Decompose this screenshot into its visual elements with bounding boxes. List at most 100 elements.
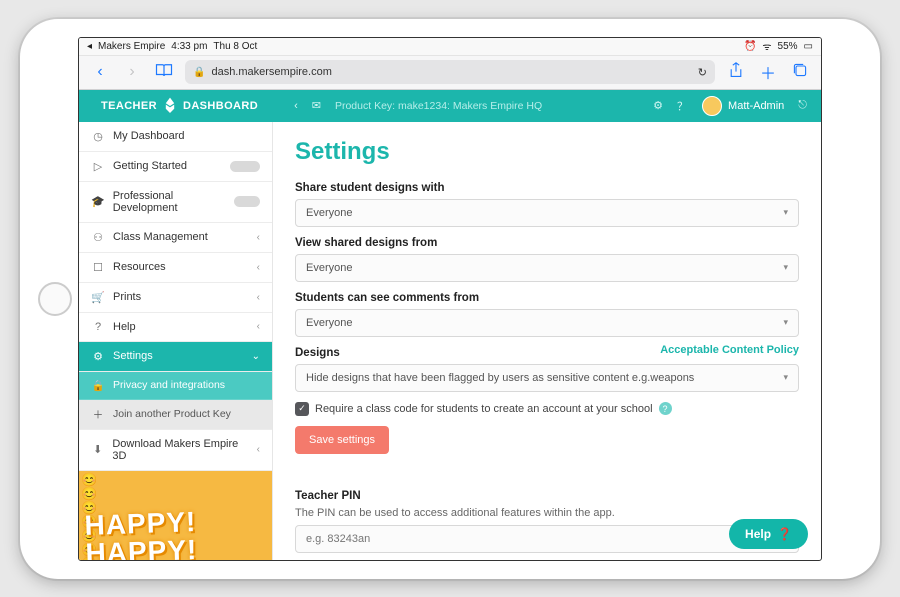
- sidebar-item-dashboard[interactable]: ◷ My Dashboard: [79, 122, 272, 152]
- reload-icon[interactable]: ↻: [698, 66, 707, 79]
- select-value: Hide designs that have been flagged by u…: [306, 372, 694, 384]
- pin-label: Teacher PIN: [295, 490, 799, 502]
- brand-left: TEACHER: [101, 100, 157, 112]
- new-tab-button[interactable]: ＋: [757, 60, 779, 84]
- button-label: Save settings: [309, 434, 375, 446]
- grad-cap-icon: 🎓: [91, 195, 105, 208]
- sidebar-item-label: My Dashboard: [113, 130, 185, 142]
- status-date: Thu 8 Oct: [213, 41, 257, 52]
- select-value: Everyone: [306, 207, 352, 219]
- chevron-down-icon: ⌄: [252, 351, 260, 362]
- status-time: 4:33 pm: [171, 41, 207, 52]
- back-caret-icon: ◂: [87, 41, 92, 52]
- page-title: Settings: [295, 138, 799, 166]
- brand-right: DASHBOARD: [183, 100, 258, 112]
- sidebar-item-download[interactable]: ⬇ Download Makers Empire 3D ‹: [79, 430, 272, 471]
- chevron-left-icon: ‹: [257, 262, 260, 273]
- promo-text: HAPPY!HAPPY!: [84, 508, 198, 560]
- user-menu[interactable]: Matt-Admin: [702, 96, 784, 116]
- chevron-left-icon: ‹: [257, 232, 260, 243]
- select-value: Everyone: [306, 317, 352, 329]
- help-tooltip-icon[interactable]: ?: [659, 402, 672, 415]
- chevron-left-icon: ‹: [257, 292, 260, 303]
- play-icon: ▷: [91, 160, 105, 173]
- user-name: Matt-Admin: [728, 100, 784, 112]
- lock-icon: 🔒: [193, 67, 205, 78]
- people-icon: ⚇: [91, 231, 105, 244]
- comments-label: Students can see comments from: [295, 292, 799, 304]
- app-header: TEACHER DASHBOARD ‹ ✉ Product Key: make1…: [79, 90, 821, 122]
- plus-icon: ＋: [91, 407, 105, 422]
- brand-logo[interactable]: TEACHER DASHBOARD: [79, 90, 280, 122]
- collapse-sidebar-icon[interactable]: ‹: [294, 100, 298, 112]
- home-button[interactable]: [38, 282, 72, 316]
- logout-icon[interactable]: ⎋: [798, 99, 807, 112]
- sidebar-item-label: Resources: [113, 261, 166, 273]
- download-icon: ⬇: [91, 443, 104, 456]
- promo-banner[interactable]: 😊😊😊😊😊😊😊😊😊😊😊😊😊😊😊😊😊😊😊😊😊😊😊😊😊😊😊😊😊😊😊😊😊😊😊😊😊😊😊😊…: [79, 471, 272, 560]
- share-button[interactable]: [725, 62, 747, 83]
- box-icon: ☐: [91, 261, 105, 274]
- select-value: Everyone: [306, 262, 352, 274]
- designs-select[interactable]: Hide designs that have been flagged by u…: [295, 364, 799, 392]
- pin-input[interactable]: [295, 525, 799, 553]
- tabs-button[interactable]: [789, 62, 811, 83]
- sidebar-item-pd[interactable]: 🎓 Professional Development: [79, 182, 272, 223]
- address-bar[interactable]: 🔒 dash.makersempire.com ↻: [185, 60, 715, 84]
- sidebar-item-label: Privacy and integrations: [113, 379, 225, 391]
- gear-icon[interactable]: ⚙: [653, 99, 663, 112]
- class-code-checkbox[interactable]: ✓: [295, 402, 309, 416]
- sidebar-item-help[interactable]: ? Help ‹: [79, 313, 272, 342]
- sidebar-item-label: Settings: [113, 350, 153, 362]
- checkbox-label: Require a class code for students to cre…: [315, 403, 653, 415]
- policy-link[interactable]: Acceptable Content Policy: [660, 344, 799, 356]
- gear-icon: ⚙: [91, 350, 105, 363]
- sidebar-item-label: Professional Development: [113, 190, 226, 214]
- view-label: View shared designs from: [295, 237, 799, 249]
- dashboard-icon: ◷: [91, 130, 105, 143]
- sidebar-item-class[interactable]: ⚇ Class Management ‹: [79, 223, 272, 253]
- designs-label: Designs: [295, 347, 340, 359]
- sidebar-item-resources[interactable]: ☐ Resources ‹: [79, 253, 272, 283]
- sidebar-item-label: Join another Product Key: [113, 408, 231, 420]
- battery-icon: ▭: [804, 41, 813, 52]
- sidebar-sub-privacy[interactable]: 🔒 Privacy and integrations: [79, 372, 272, 400]
- status-battery: 55%: [778, 41, 798, 52]
- url-text: dash.makersempire.com: [211, 66, 331, 78]
- cart-icon: 🛒: [91, 291, 105, 304]
- bookmarks-button[interactable]: [153, 62, 175, 83]
- help-fab[interactable]: Help ❓: [729, 519, 808, 549]
- question-icon: ?: [91, 321, 105, 333]
- help-icon[interactable]: ？: [677, 98, 688, 114]
- sidebar-sub-join-key[interactable]: ＋ Join another Product Key: [79, 400, 272, 430]
- main-content: Settings Share student designs with Ever…: [273, 122, 821, 560]
- alarm-icon: ⏰: [744, 41, 756, 52]
- chevron-left-icon: ‹: [257, 444, 260, 455]
- question-icon: ❓: [777, 527, 792, 541]
- fab-label: Help: [745, 527, 771, 541]
- share-label: Share student designs with: [295, 182, 799, 194]
- browser-forward-button[interactable]: ›: [121, 63, 143, 81]
- browser-back-button[interactable]: ‹: [89, 63, 111, 81]
- status-app-name: Makers Empire: [98, 41, 165, 52]
- lock-icon: 🔒: [91, 379, 105, 392]
- sidebar-item-label: Class Management: [113, 231, 208, 243]
- chevron-left-icon: ‹: [257, 321, 260, 332]
- progress-pill: [234, 196, 260, 207]
- save-settings-button[interactable]: Save settings: [295, 426, 389, 454]
- sidebar-item-prints[interactable]: 🛒Prints‹: [79, 283, 272, 313]
- avatar: [702, 96, 722, 116]
- sidebar: ◷ My Dashboard ▷Getting Started 🎓 Professi…: [79, 122, 273, 560]
- sidebar-item-label: Help: [113, 321, 136, 333]
- view-select[interactable]: Everyone: [295, 254, 799, 282]
- progress-pill: [230, 161, 260, 172]
- mail-icon[interactable]: ✉: [312, 99, 321, 112]
- share-select[interactable]: Everyone: [295, 199, 799, 227]
- ipad-status-bar: ◂ Makers Empire 4:33 pm Thu 8 Oct ⏰ ᯤ 55…: [79, 38, 821, 56]
- comments-select[interactable]: Everyone: [295, 309, 799, 337]
- sidebar-item-label: Download Makers Empire 3D: [112, 438, 248, 462]
- product-key-text: Product Key: make1234: Makers Empire HQ: [335, 100, 639, 112]
- sidebar-item-settings[interactable]: ⚙ Settings ⌄: [79, 342, 272, 372]
- sidebar-item-getting-started[interactable]: ▷Getting Started: [79, 152, 272, 182]
- browser-toolbar: ‹ › 🔒 dash.makersempire.com ↻ ＋: [79, 56, 821, 90]
